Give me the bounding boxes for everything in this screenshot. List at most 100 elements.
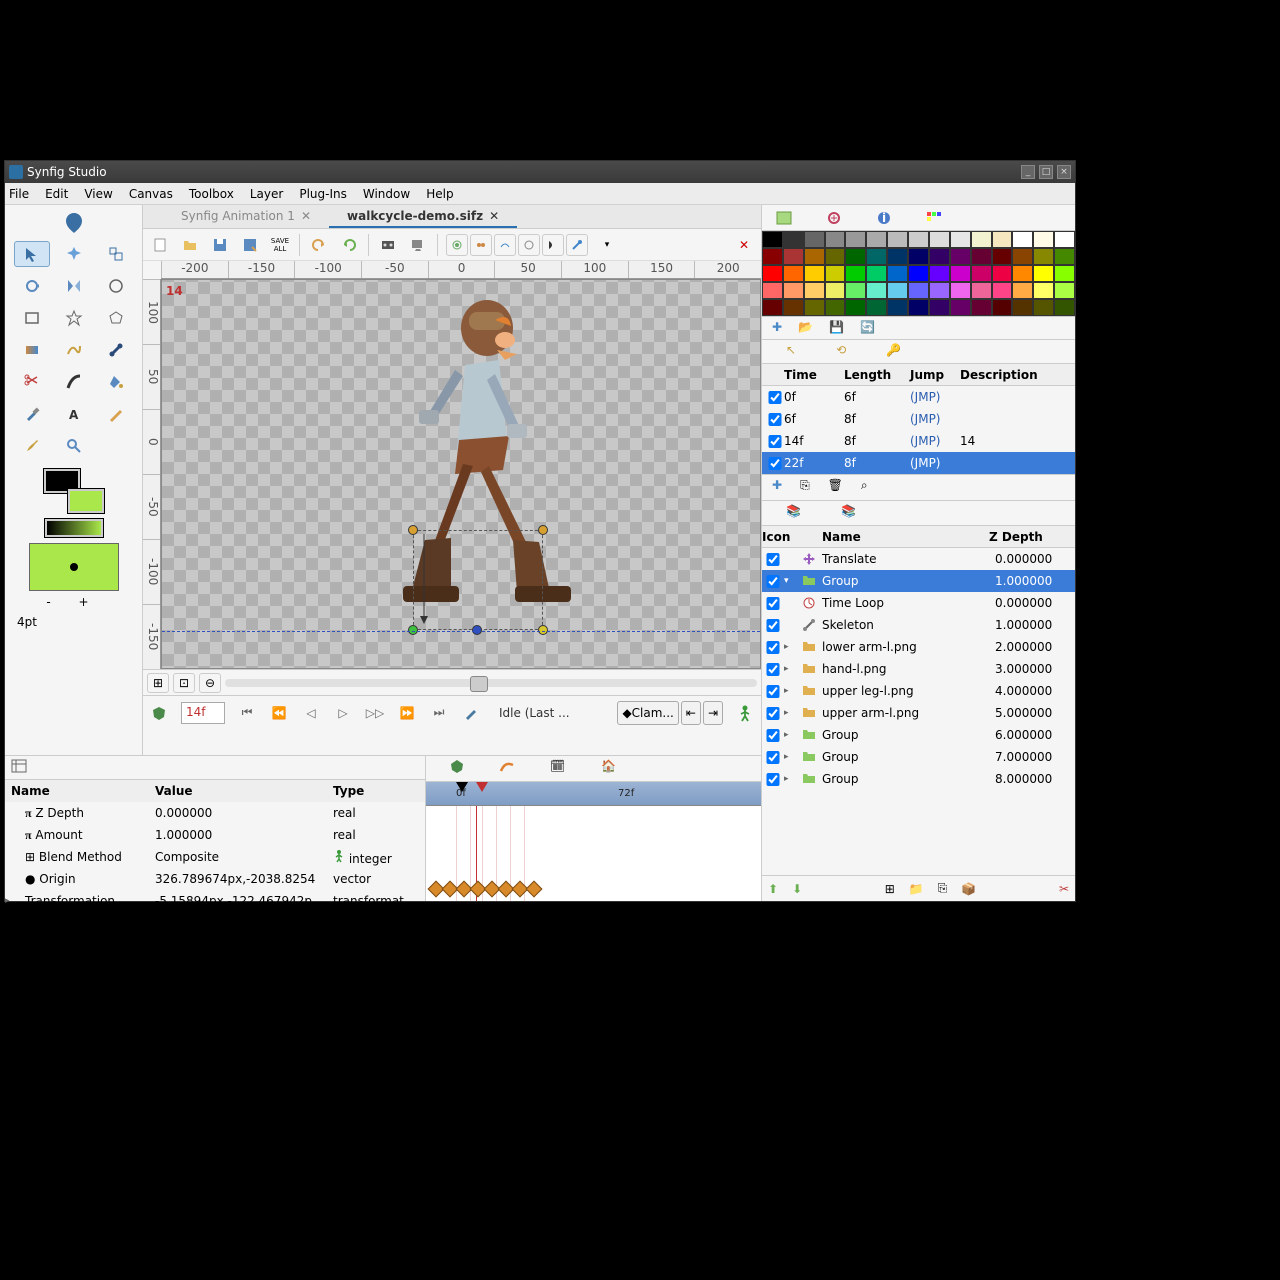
tl-tab-curves-icon[interactable] (500, 759, 514, 778)
play-icon[interactable]: ▷ (333, 703, 353, 723)
text-tool[interactable]: A (56, 401, 92, 427)
palette-swatch[interactable] (929, 248, 950, 265)
palette-swatch[interactable] (887, 282, 908, 299)
zoom-slider[interactable] (225, 679, 757, 687)
eyedrop-tool[interactable] (14, 401, 50, 427)
save-palette-icon[interactable]: 💾 (829, 320, 844, 336)
transform-handles[interactable] (413, 530, 543, 630)
palette-swatch[interactable] (1054, 282, 1075, 299)
kf-props-icon[interactable]: ⌕ (861, 478, 868, 497)
menu-plugins[interactable]: Plug-Ins (299, 187, 347, 201)
polygon-tool[interactable] (98, 305, 134, 331)
palette-swatch[interactable] (992, 248, 1013, 265)
seek-prev-frame-icon[interactable]: ◁ (301, 703, 321, 723)
seek-start-icon[interactable]: ⏮ (237, 703, 257, 723)
horizontal-guide[interactable] (162, 631, 760, 632)
kf-enable-checkbox[interactable] (766, 413, 784, 426)
fill-tool[interactable] (98, 369, 134, 395)
palette-swatch[interactable] (971, 248, 992, 265)
ruler-horizontal[interactable]: -200-150-100-50050100150200 (161, 261, 761, 279)
palette-swatch[interactable] (804, 299, 825, 316)
palette-swatch[interactable] (929, 282, 950, 299)
palette-swatch[interactable] (929, 299, 950, 316)
ruler-vertical[interactable]: 100500-50-100-150 (143, 279, 161, 669)
palette-swatch[interactable] (762, 299, 783, 316)
close-canvas-icon[interactable]: ✕ (733, 234, 755, 256)
palette-swatch[interactable] (992, 282, 1013, 299)
palette-swatch[interactable] (1033, 299, 1054, 316)
layer-visible-checkbox[interactable] (762, 707, 784, 720)
add-color-icon[interactable]: ✚ (772, 320, 782, 336)
palette-swatch[interactable] (950, 282, 971, 299)
palette-swatch[interactable] (908, 248, 929, 265)
pointer-tab-icon[interactable]: ↖ (786, 343, 796, 360)
star-tool[interactable] (56, 305, 92, 331)
layers-tab-icon[interactable]: 📚 (786, 504, 801, 522)
menu-canvas[interactable]: Canvas (129, 187, 173, 201)
palette-swatch[interactable] (908, 265, 929, 282)
palette-swatch[interactable] (1012, 282, 1033, 299)
kf-dup-icon[interactable]: ⎘ (800, 478, 810, 497)
palette-swatch[interactable] (1012, 248, 1033, 265)
palette-swatch[interactable] (908, 299, 929, 316)
keyframe-row[interactable]: 14f8f(JMP)14 (762, 430, 1075, 452)
smooth-move-tool[interactable] (56, 241, 92, 267)
layer-row[interactable]: ▸Group7.000000 (762, 746, 1075, 768)
palette-swatch[interactable] (929, 231, 950, 248)
menu-edit[interactable]: Edit (45, 187, 68, 201)
layer-visible-checkbox[interactable] (762, 553, 784, 566)
close-tab-icon[interactable]: ✕ (489, 209, 499, 223)
palette-swatch[interactable] (804, 265, 825, 282)
palette-swatch[interactable] (825, 265, 846, 282)
doc-tab-2[interactable]: walkcycle-demo.sifz✕ (329, 205, 517, 228)
layer-visible-checkbox[interactable] (762, 751, 784, 764)
open-palette-icon[interactable]: 📂 (798, 320, 813, 336)
kf-add-icon[interactable]: ✚ (772, 478, 782, 497)
layer-visible-checkbox[interactable] (762, 773, 784, 786)
palette-swatch[interactable] (845, 299, 866, 316)
spline-tool[interactable] (56, 337, 92, 363)
palette-swatch[interactable] (908, 231, 929, 248)
clamp-button[interactable]: ◆Clam... (617, 701, 678, 725)
preview-icon[interactable] (407, 234, 429, 256)
layer-visible-checkbox[interactable] (762, 685, 784, 698)
layer-cut-icon[interactable]: ✂ (1059, 882, 1069, 896)
palette-swatch[interactable] (992, 265, 1013, 282)
palette-swatch[interactable] (887, 248, 908, 265)
palette-swatch[interactable] (762, 282, 783, 299)
transform-tool[interactable] (14, 241, 50, 267)
mode-1[interactable] (446, 234, 468, 256)
menu-view[interactable]: View (84, 187, 112, 201)
mode-4[interactable] (518, 234, 540, 256)
palette-swatch[interactable] (1033, 265, 1054, 282)
bound-right-icon[interactable]: ⇥ (703, 701, 723, 725)
sets-tab-icon[interactable]: 📚 (841, 504, 856, 522)
palette-swatch[interactable] (845, 265, 866, 282)
rectangle-tool[interactable] (14, 305, 50, 331)
timeline-body[interactable] (426, 806, 761, 901)
param-row[interactable]: π Z Depth0.000000 real (5, 802, 425, 824)
palette-swatch[interactable] (971, 282, 992, 299)
palette-swatch[interactable] (1033, 231, 1054, 248)
palette-swatch[interactable] (845, 231, 866, 248)
palette-swatch[interactable] (804, 248, 825, 265)
layer-row[interactable]: Skeleton1.000000 (762, 614, 1075, 636)
render-icon[interactable] (377, 234, 399, 256)
kf-enable-checkbox[interactable] (766, 391, 784, 404)
palette-swatch[interactable] (950, 231, 971, 248)
bg-color-well[interactable] (68, 489, 104, 513)
palette-swatch[interactable] (1054, 265, 1075, 282)
mirror-tool[interactable] (56, 273, 92, 299)
save-as-icon[interactable] (239, 234, 261, 256)
brush-preview[interactable] (29, 543, 119, 591)
menu-window[interactable]: Window (363, 187, 410, 201)
animate-mode-icon[interactable] (735, 703, 755, 723)
width-tool[interactable] (56, 369, 92, 395)
palette-swatch[interactable] (971, 299, 992, 316)
palette-swatch[interactable] (908, 282, 929, 299)
kf-enable-checkbox[interactable] (766, 435, 784, 448)
tl-tab-kf-icon[interactable] (450, 759, 464, 778)
palette-swatch[interactable] (950, 248, 971, 265)
mode-6[interactable] (566, 234, 588, 256)
scale-tool[interactable] (98, 241, 134, 267)
